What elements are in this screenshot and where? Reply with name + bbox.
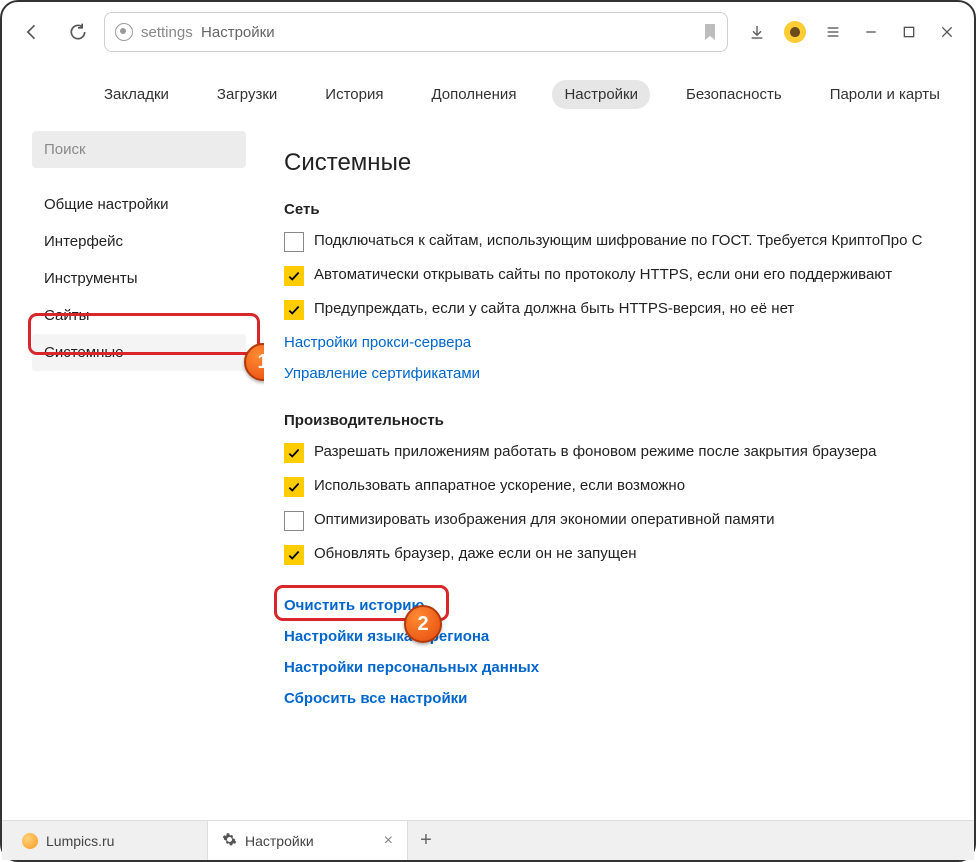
sidebar-item[interactable]: Сайты <box>32 297 246 334</box>
checkbox[interactable] <box>284 545 304 565</box>
page-title: Системные <box>264 131 960 195</box>
sidebar: Поиск Общие настройкиИнтерфейсИнструмент… <box>32 131 246 806</box>
close-icon[interactable]: × <box>384 832 393 850</box>
reload-button[interactable] <box>58 12 98 52</box>
settings-body: Поиск Общие настройкиИнтерфейсИнструмент… <box>2 131 974 820</box>
tab-title: Настройки <box>245 833 314 849</box>
settings-link[interactable]: Управление сертификатами <box>284 365 480 382</box>
toolbar: settings Настройки <box>2 2 974 62</box>
settings-link[interactable]: Сбросить все настройки <box>284 690 467 707</box>
browser-window: settings Настройки Закл <box>0 0 976 862</box>
checkbox-row[interactable]: Автоматически открывать сайты по протоко… <box>284 266 940 286</box>
tab-title: Lumpics.ru <box>46 833 114 849</box>
checkbox-label: Оптимизировать изображения для экономии … <box>314 511 774 528</box>
nav-tab[interactable]: Настройки <box>552 80 650 109</box>
profile-button[interactable] <box>778 12 812 52</box>
sidebar-item[interactable]: Интерфейс <box>32 223 246 260</box>
avatar-icon <box>784 21 806 43</box>
settings-main: Системные Сеть Подключаться к сайтам, исп… <box>264 131 960 806</box>
nav-tab[interactable]: История <box>313 80 395 109</box>
search-input[interactable]: Поиск <box>32 131 246 168</box>
settings-link[interactable]: Настройки прокси-сервера <box>284 334 471 351</box>
window-minimize[interactable] <box>854 12 888 52</box>
checkbox-row[interactable]: Обновлять браузер, даже если он не запущ… <box>284 545 940 565</box>
section-heading: Сеть <box>284 201 940 218</box>
sidebar-item[interactable]: Системные <box>32 334 246 371</box>
menu-button[interactable] <box>816 12 850 52</box>
checkbox-row[interactable]: Разрешать приложениям работать в фоновом… <box>284 443 940 463</box>
checkbox[interactable] <box>284 300 304 320</box>
checkbox-label: Использовать аппаратное ускорение, если … <box>314 477 685 494</box>
downloads-button[interactable] <box>740 12 774 52</box>
browser-tab[interactable]: Настройки × <box>208 821 408 860</box>
browser-tab[interactable]: Lumpics.ru <box>8 821 208 860</box>
address-text: settings Настройки <box>141 24 275 41</box>
checkbox[interactable] <box>284 266 304 286</box>
section-heading: Производительность <box>284 412 940 429</box>
nav-tab[interactable]: Дополнения <box>419 80 528 109</box>
window-close[interactable] <box>930 12 964 52</box>
checkbox[interactable] <box>284 232 304 252</box>
checkbox-row[interactable]: Оптимизировать изображения для экономии … <box>284 511 940 531</box>
new-tab-button[interactable]: + <box>408 821 444 860</box>
window-maximize[interactable] <box>892 12 926 52</box>
checkbox-label: Предупреждать, если у сайта должна быть … <box>314 300 794 317</box>
toolbar-right <box>740 12 964 52</box>
checkbox[interactable] <box>284 443 304 463</box>
nav-tab[interactable]: Закладки <box>92 80 181 109</box>
tab-strip: Lumpics.ru Настройки × + <box>2 820 974 860</box>
sidebar-item[interactable]: Общие настройки <box>32 186 246 223</box>
settings-section: Сеть Подключаться к сайтам, использующим … <box>264 195 960 406</box>
checkbox-label: Разрешать приложениям работать в фоновом… <box>314 443 876 460</box>
checkbox[interactable] <box>284 477 304 497</box>
site-icon <box>115 23 133 41</box>
checkbox[interactable] <box>284 511 304 531</box>
checkbox-row[interactable]: Предупреждать, если у сайта должна быть … <box>284 300 940 320</box>
checkbox-row[interactable]: Использовать аппаратное ускорение, если … <box>284 477 940 497</box>
nav-tab[interactable]: Загрузки <box>205 80 289 109</box>
checkbox-row[interactable]: Подключаться к сайтам, использующим шифр… <box>284 232 940 252</box>
nav-tab[interactable]: Пароли и карты <box>818 80 952 109</box>
favicon-icon <box>22 833 38 849</box>
checkbox-label: Автоматически открывать сайты по протоко… <box>314 266 892 283</box>
settings-link[interactable]: Очистить историю <box>284 597 424 614</box>
settings-nav: Закладки Загрузки История Дополнения Настрой… <box>2 62 974 131</box>
nav-tab[interactable]: Безопасность <box>674 80 794 109</box>
settings-section: Производительность Разрешать приложениям … <box>264 406 960 589</box>
address-bar[interactable]: settings Настройки <box>104 12 728 52</box>
bottom-links: 2 Очистить историюНастройки языка и реги… <box>264 589 960 729</box>
checkbox-label: Подключаться к сайтам, использующим шифр… <box>314 232 923 249</box>
settings-link[interactable]: Настройки персональных данных <box>284 659 539 676</box>
checkbox-label: Обновлять браузер, даже если он не запущ… <box>314 545 637 562</box>
gear-icon <box>222 832 237 850</box>
bookmark-icon[interactable] <box>703 23 717 41</box>
sidebar-item[interactable]: Инструменты <box>32 260 246 297</box>
back-button[interactable] <box>12 12 52 52</box>
settings-link[interactable]: Настройки языка и региона <box>284 628 489 645</box>
